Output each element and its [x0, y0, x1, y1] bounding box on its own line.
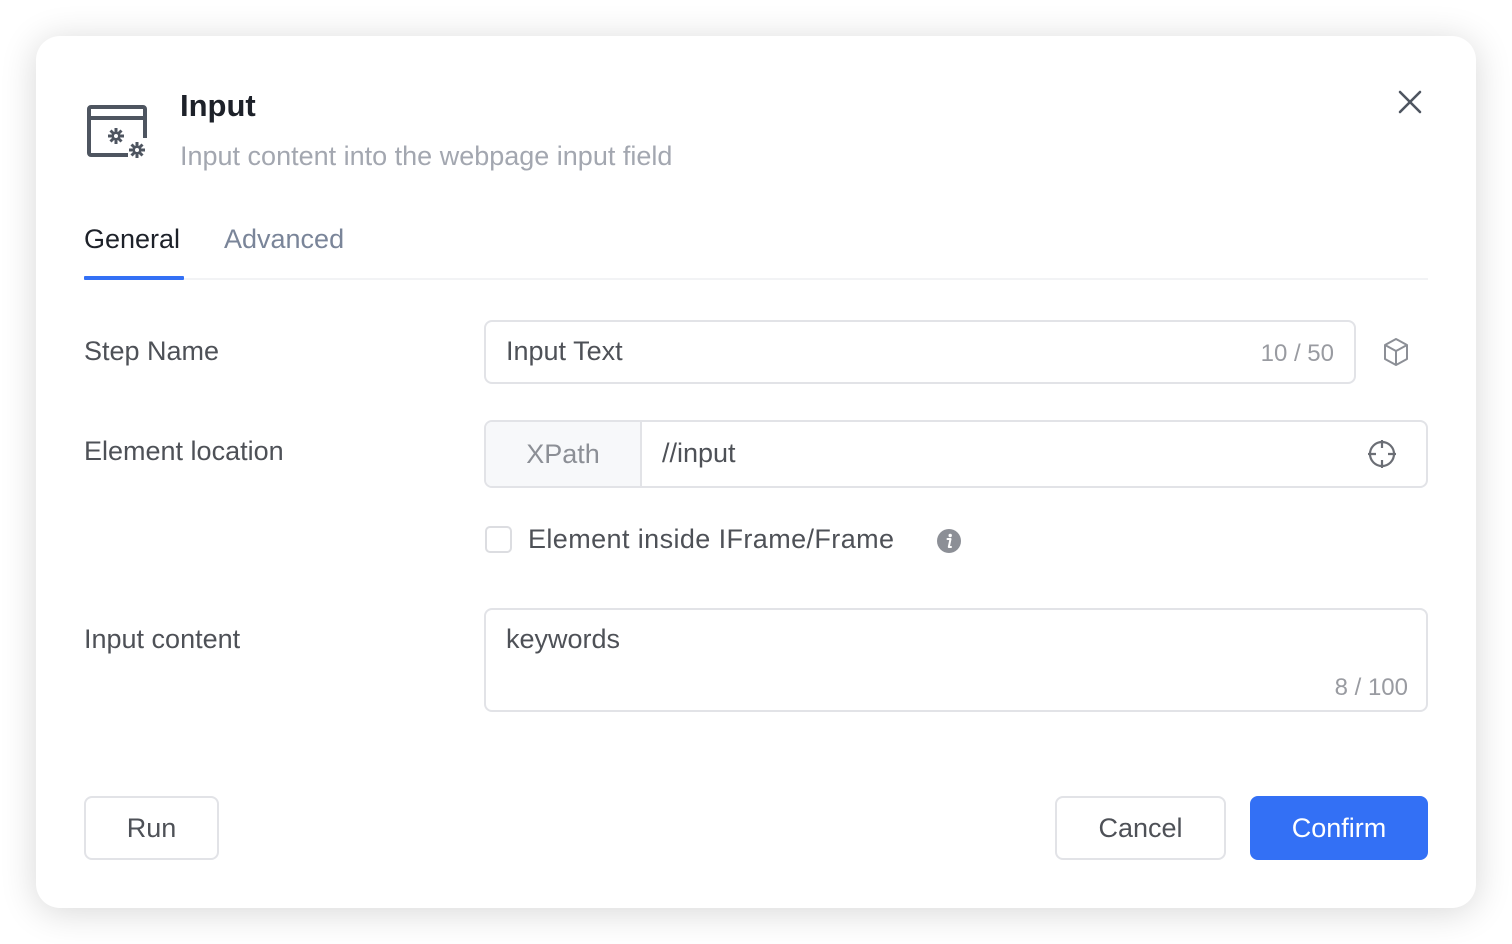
cube-icon[interactable]: [1380, 336, 1412, 368]
input-content-label: Input content: [84, 624, 241, 654]
dialog-subtitle: Input content into the webpage input fie…: [180, 141, 673, 171]
tab-bar: General Advanced: [84, 220, 1428, 280]
step-name-value: Input Text: [506, 336, 623, 366]
input-content-textarea[interactable]: keywords 8 / 100: [484, 608, 1428, 712]
browser-settings-icon: [87, 105, 150, 162]
crosshair-target-icon[interactable]: [1366, 438, 1398, 470]
element-location-value: //input: [662, 438, 736, 468]
element-location-label: Element location: [84, 436, 284, 466]
iframe-checkbox-label[interactable]: Element inside IFrame/Frame: [528, 524, 894, 555]
cancel-button[interactable]: Cancel: [1055, 796, 1226, 860]
close-icon[interactable]: [1392, 84, 1428, 120]
info-icon[interactable]: [936, 528, 962, 554]
dialog-title: Input: [180, 88, 256, 123]
iframe-checkbox[interactable]: [485, 526, 512, 553]
step-name-input[interactable]: Input Text 10 / 50: [484, 320, 1356, 384]
confirm-button[interactable]: Confirm: [1250, 796, 1428, 860]
run-button[interactable]: Run: [84, 796, 219, 860]
step-name-counter: 10 / 50: [1260, 340, 1334, 367]
tab-advanced[interactable]: Advanced: [224, 220, 344, 280]
input-content-value: keywords: [506, 624, 621, 654]
active-tab-indicator: [84, 276, 184, 280]
step-name-label: Step Name: [84, 336, 220, 366]
tab-general[interactable]: General: [84, 220, 180, 280]
locator-type-select[interactable]: XPath: [486, 422, 642, 486]
element-location-input[interactable]: XPath //input: [484, 420, 1428, 488]
input-content-counter: 8 / 100: [1334, 674, 1408, 701]
